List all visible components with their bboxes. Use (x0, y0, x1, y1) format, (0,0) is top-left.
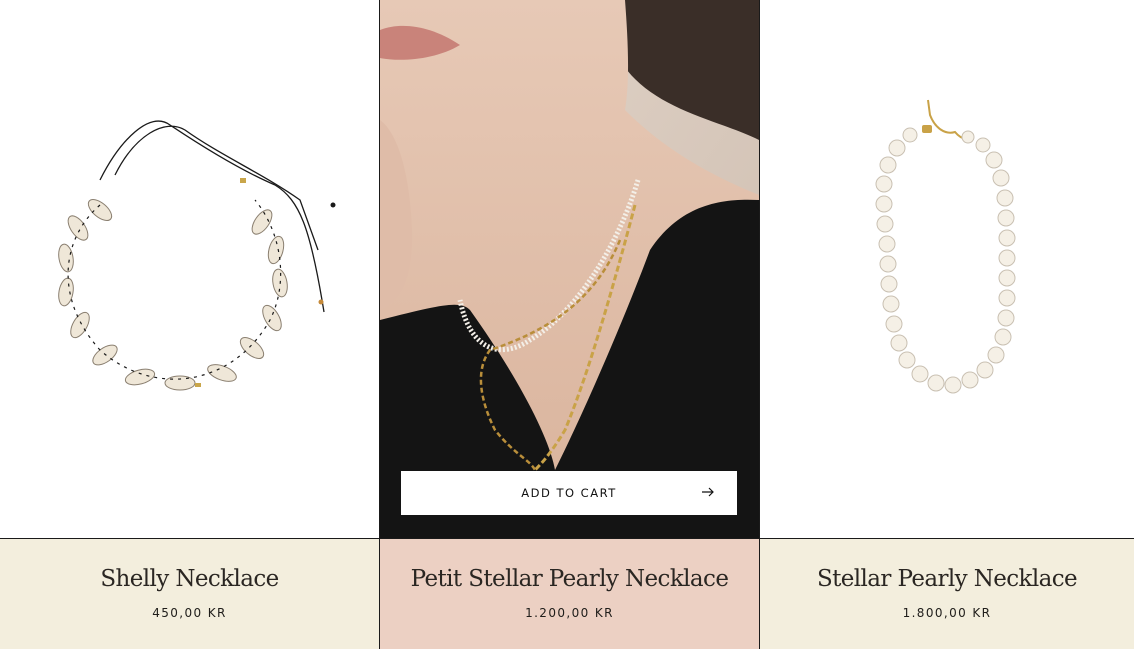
product-grid: Shelly Necklace 450,00 KR ADD TO CART Pe… (0, 0, 1134, 649)
product-info-petit-stellar[interactable]: Petit Stellar Pearly Necklace 1.200,00 K… (380, 538, 759, 649)
product-card-shelly[interactable]: Shelly Necklace 450,00 KR (0, 0, 379, 649)
add-to-cart-label: ADD TO CART (521, 486, 617, 500)
product-name[interactable]: Shelly Necklace (0, 539, 379, 592)
product-card-stellar-pearly[interactable]: Stellar Pearly Necklace 1.800,00 KR (760, 0, 1134, 649)
arrow-right-icon (701, 485, 715, 499)
product-price: 1.800,00 KR (902, 606, 992, 620)
product-image-shelly-necklace[interactable] (0, 0, 379, 538)
product-info-shelly[interactable]: Shelly Necklace 450,00 KR (0, 538, 379, 649)
product-name[interactable]: Petit Stellar Pearly Necklace (380, 539, 759, 592)
add-to-cart-button[interactable]: ADD TO CART (401, 471, 737, 515)
product-price: 450,00 KR (152, 606, 227, 620)
product-price: 1.200,00 KR (525, 606, 614, 620)
product-card-petit-stellar-pearly[interactable]: ADD TO CART Petit Stellar Pearly Necklac… (379, 0, 760, 649)
product-image-model-wearing-necklace[interactable]: ADD TO CART (380, 0, 759, 538)
product-name[interactable]: Stellar Pearly Necklace (760, 539, 1134, 592)
product-info-stellar[interactable]: Stellar Pearly Necklace 1.800,00 KR (760, 538, 1134, 649)
product-image-stellar-pearly-necklace[interactable] (760, 0, 1134, 538)
